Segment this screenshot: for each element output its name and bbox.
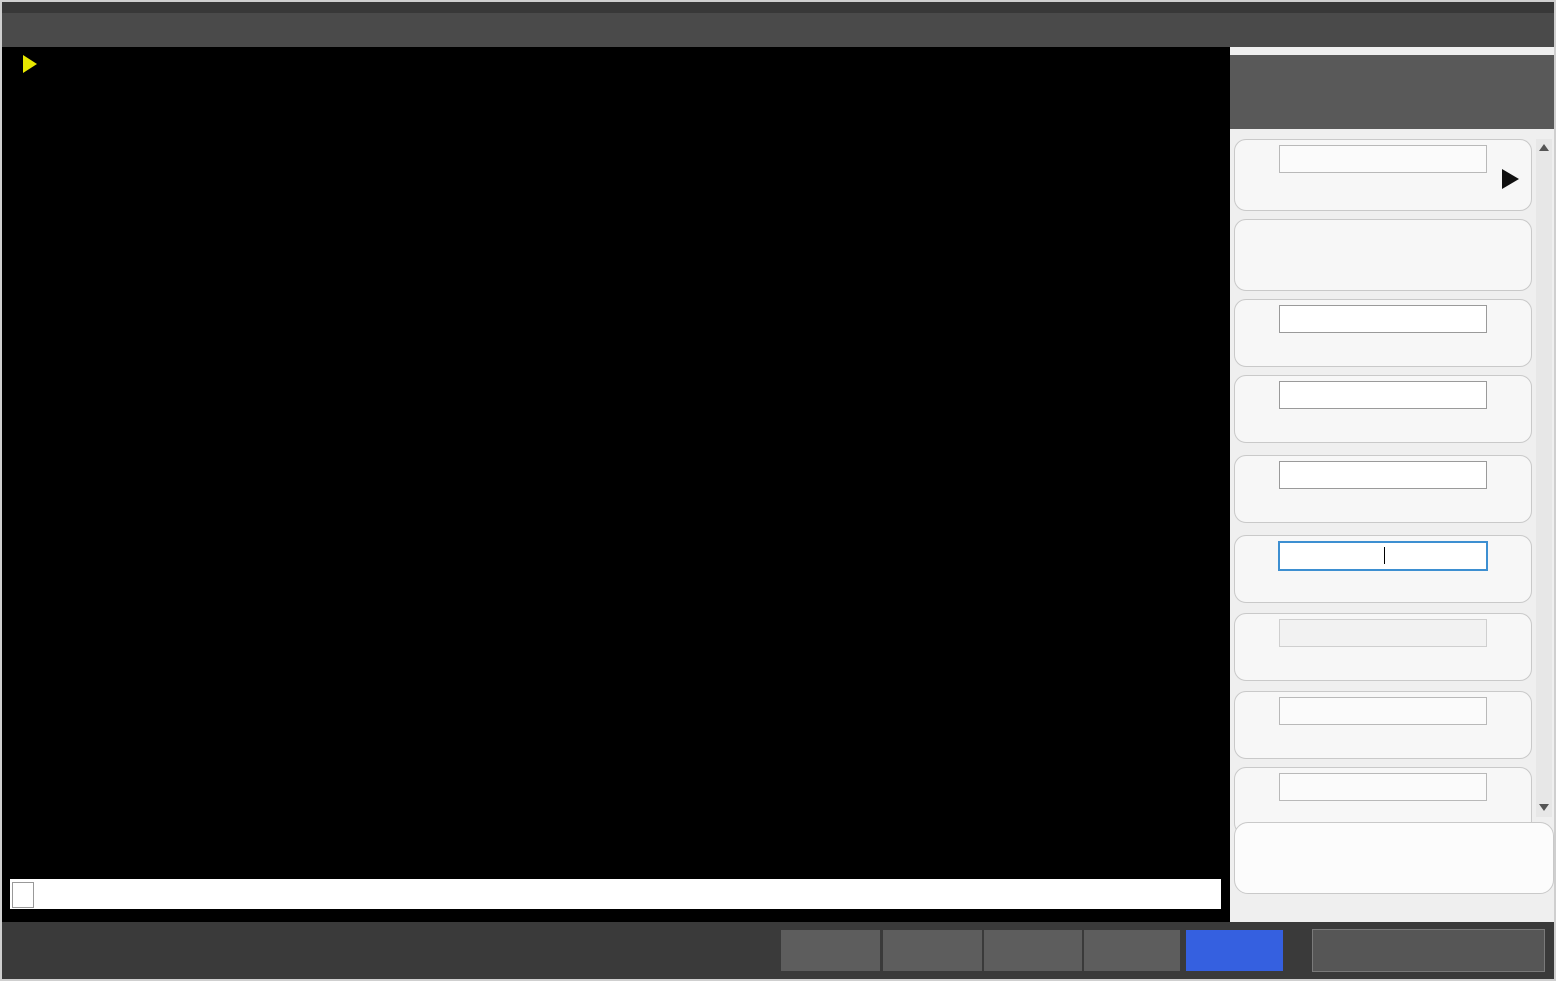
param-c0-input[interactable] [1278,541,1488,571]
window-top-strip [2,2,1554,13]
scroll-down-button[interactable] [1536,799,1552,817]
param-l1-value[interactable] [1279,461,1487,489]
chevron-up-icon [1539,144,1549,151]
open-correction-button[interactable] [781,930,880,971]
text-cursor [1383,547,1385,564]
param-r1-value[interactable] [1279,305,1487,333]
window-titlebar [2,13,1554,47]
softkey-panel-title [1230,55,1554,129]
back-button[interactable] [1234,822,1554,894]
scroll-up-button[interactable] [1536,139,1552,157]
bias-toggle-button[interactable] [1084,930,1180,971]
impedance-plot-canvas [127,117,1207,868]
submenu-arrow-icon [1502,169,1519,189]
param-r1-button[interactable] [1234,299,1532,367]
trace1-info-line [2,51,110,78]
datetime-display [1312,929,1545,972]
select-circuit-button[interactable] [1234,139,1532,211]
short-correction-button[interactable] [883,930,982,971]
select-circuit-value[interactable] [1279,145,1487,173]
simulate-button[interactable] [1234,219,1532,291]
sim-switch-button[interactable] [1234,691,1532,759]
channel-indicator [12,882,34,908]
load-correction-button[interactable] [984,930,1082,971]
param-l1-button[interactable] [1234,455,1532,523]
sim-switch-value[interactable] [1279,697,1487,725]
trace2-info-line [2,78,110,105]
param-r0-button [1234,613,1532,681]
sidebar-scrollbar-track[interactable] [1536,139,1552,817]
param-r0-value [1279,619,1487,647]
param-c1-value[interactable] [1279,381,1487,409]
app-window [0,0,1556,981]
chevron-down-icon [1539,804,1549,811]
display-switch-value[interactable] [1279,773,1487,801]
param-c0-button[interactable] [1234,535,1532,603]
hold-button[interactable] [1186,930,1283,971]
param-c1-button[interactable] [1234,375,1532,443]
sweep-status-bar [10,879,1221,909]
